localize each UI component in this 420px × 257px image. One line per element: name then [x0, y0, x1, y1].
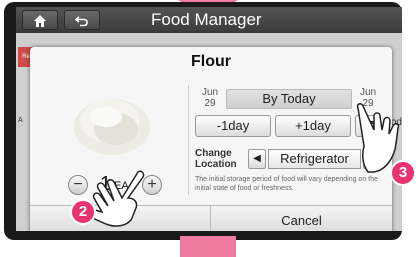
callout-2: 2: [70, 199, 96, 225]
dialog-title: Flour: [191, 53, 231, 70]
change-location-label: Change Location: [195, 148, 237, 170]
plus-day-button[interactable]: +1day: [275, 115, 351, 137]
location-value: Refrigerator: [268, 149, 361, 169]
end-date-month: Jun: [360, 87, 377, 98]
cancel-button[interactable]: Cancel: [211, 206, 392, 231]
location-prev-button[interactable]: ◀: [248, 149, 266, 169]
callout-3: 3: [390, 160, 416, 186]
bottom-pointer-arrow: [180, 236, 236, 257]
dialog-divider: [188, 85, 189, 195]
start-date-day: 29: [204, 98, 216, 109]
device-frame: Food Manager Re A od Flour − 1 EA + Jun …: [4, 2, 402, 240]
page-title: Food Manager: [151, 10, 262, 29]
start-date-month: Jun: [202, 87, 219, 98]
top-bar: Food Manager: [16, 7, 402, 33]
back-button[interactable]: [64, 10, 100, 30]
home-icon: [34, 15, 46, 27]
screen: Food Manager Re A od Flour − 1 EA + Jun …: [16, 7, 402, 231]
home-button[interactable]: [22, 10, 58, 30]
minus-day-button[interactable]: -1day: [195, 115, 271, 137]
change-location-line2: Location: [195, 159, 237, 170]
back-icon: [74, 16, 88, 27]
start-date: Jun 29: [202, 87, 218, 109]
background-left-label: A: [18, 117, 23, 124]
change-location-line1: Change: [195, 148, 232, 159]
by-today-label: By Today: [226, 89, 352, 109]
flour-image: [74, 99, 150, 155]
